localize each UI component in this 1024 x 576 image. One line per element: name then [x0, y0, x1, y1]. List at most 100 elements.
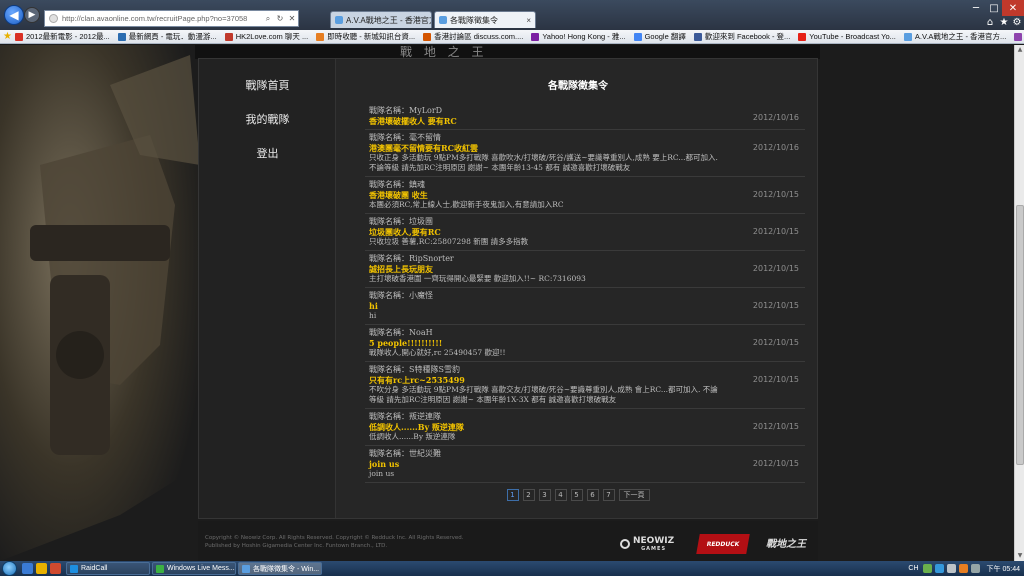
neowiz-emblem-icon	[620, 539, 630, 549]
recruit-slogan[interactable]: 只有有rc上rc~2535499	[369, 375, 805, 385]
recruit-slogan[interactable]: hi	[369, 301, 805, 311]
scroll-up-icon[interactable]: ▲	[1015, 45, 1024, 55]
recruit-slogan[interactable]: 誠招長上長玩朋友	[369, 264, 805, 274]
clan-name: 戰隊名稱：S特種隊S雪豹	[369, 365, 460, 374]
task-label: RaidCall	[81, 565, 108, 572]
favorite-link[interactable]: 2012最新電影 - 2012最...	[14, 31, 110, 42]
close-tab-icon[interactable]: ×	[526, 16, 531, 25]
favorite-link[interactable]: HK2Love.com 聊天 ...	[224, 31, 308, 42]
maximize-button[interactable]: □	[984, 0, 1004, 16]
page-link-1[interactable]: 1	[506, 489, 519, 501]
taskbar-task[interactable]: RaidCall	[66, 562, 150, 575]
ava-logo: 戰地之王	[766, 539, 806, 550]
back-button[interactable]: ◀	[4, 5, 24, 25]
close-window-button[interactable]: ✕	[1002, 0, 1024, 16]
tray-update-icon[interactable]	[970, 564, 980, 573]
favorite-label: 歡迎來到 Facebook - 登...	[704, 32, 791, 41]
recruit-description: 戰隊收人,開心就好,rc 25490457 歡迎!!	[369, 348, 506, 357]
recruit-slogan[interactable]: 垃圾團收人,要有RC	[369, 227, 805, 237]
next-page-button[interactable]: 下一頁	[618, 489, 650, 501]
tab-favicon	[335, 16, 343, 24]
clock[interactable]: 下午 05:44	[987, 564, 1020, 574]
home-icon[interactable]: ⌂	[984, 16, 996, 28]
tray-security-icon[interactable]	[958, 564, 968, 573]
favorite-link[interactable]: 《鐵男破壞咒印》	[1014, 31, 1024, 42]
favorite-link[interactable]: 最新網頁 - 電玩．動漫游...	[117, 31, 217, 42]
recruit-description: 本團必須RC,常上線人士,歡迎新手夜鬼加入,有意請加入RC	[369, 200, 564, 209]
gear-icon[interactable]: ⚙	[1011, 16, 1023, 28]
address-bar[interactable]: http://clan.avaonline.com.tw/recruitPage…	[44, 10, 299, 27]
start-button[interactable]	[2, 561, 17, 576]
page-link-5[interactable]: 5	[570, 489, 583, 501]
recruit-row[interactable]: 戰隊名稱：鎮魂 香港壞破團 收生 本團必須RC,常上線人士,歡迎新手夜鬼加入,有意請…	[365, 177, 805, 214]
neowiz-logo-sub: GAMES	[641, 546, 667, 552]
favorite-favicon-icon	[224, 32, 233, 41]
tab-title: 各戰隊徵集令	[450, 15, 498, 25]
clan-name: 戰隊名稱：叛逆連隊	[369, 412, 441, 421]
page-viewport: 戰 地 之 王 戰隊首頁 我的戰隊 登出 各戰隊徵集令 戰隊名稱：MyLorD 香…	[0, 45, 1014, 561]
favorite-label: A.V.A戰地之王 - 香港官方...	[914, 32, 1007, 41]
tray-volume-icon[interactable]	[946, 564, 956, 573]
browser-tab-recruit[interactable]: 各戰隊徵集令 ×	[434, 11, 536, 28]
recruit-slogan[interactable]: join us	[369, 459, 805, 469]
taskbar-task[interactable]: Windows Live Mess...	[152, 562, 236, 575]
recruit-slogan[interactable]: 香港壞破擺收人 要有RC	[369, 116, 805, 126]
minimize-button[interactable]: ─	[966, 0, 986, 16]
page-link-4[interactable]: 4	[554, 489, 567, 501]
recruit-row[interactable]: 戰隊名稱：叛逆連隊 低調收人......By 叛逆連隊 低調收人......By 叛…	[365, 409, 805, 446]
scroll-down-icon[interactable]: ▼	[1015, 551, 1024, 561]
task-label: Windows Live Mess...	[167, 565, 235, 572]
media-quicklaunch-icon[interactable]	[50, 563, 61, 574]
forward-button[interactable]: ▶	[24, 7, 40, 23]
favorite-link[interactable]: YouTube - Broadcast Yo...	[798, 32, 896, 41]
recruit-slogan[interactable]: 5 people!!!!!!!!!!	[369, 338, 805, 348]
sidebar-item-my-clan[interactable]: 我的戰隊	[199, 111, 336, 127]
recruit-row[interactable]: 戰隊名稱：MyLorD 香港壞破擺收人 要有RC 2012/10/16	[365, 103, 805, 130]
tray-app-icon[interactable]	[922, 564, 932, 573]
favorite-link[interactable]: 歡迎來到 Facebook - 登...	[693, 31, 791, 42]
recruit-row[interactable]: 戰隊名稱：垃圾團 垃圾團收人,要有RC 只收垃圾 善薯,RC:25807298 新團…	[365, 214, 805, 251]
favorites-icon[interactable]: ★	[998, 16, 1010, 28]
recruit-slogan[interactable]: 港澳團毫不留情要有RC收紅雲	[369, 143, 805, 153]
recruit-row[interactable]: 戰隊名稱：S特種隊S雪豹 只有有rc上rc~2535499 不吹分身 多活動玩 9點…	[365, 362, 805, 409]
recruit-slogan[interactable]: 香港壞破團 收生	[369, 190, 805, 200]
favorite-link[interactable]: Google 翻譯	[633, 31, 686, 42]
page-link-3[interactable]: 3	[538, 489, 551, 501]
recruit-row[interactable]: 戰隊名稱：NoaH 5 people!!!!!!!!!! 戰隊收人,開心就好,rc …	[365, 325, 805, 362]
scroll-thumb[interactable]	[1016, 205, 1024, 465]
recruit-row[interactable]: 戰隊名稱：小魔怪 hi hi 2012/10/15	[365, 288, 805, 325]
favorite-link[interactable]: 即時收聽 - 新城知訊台資...	[316, 31, 415, 42]
sidebar-item-logout[interactable]: 登出	[199, 145, 336, 161]
clan-name: 戰隊名稱：MyLorD	[369, 106, 443, 115]
ie-quicklaunch-icon[interactable]	[22, 563, 33, 574]
recruit-slogan[interactable]: 低調收人......By 叛逆連隊	[369, 422, 805, 432]
stop-icon[interactable]: ✕	[286, 14, 298, 23]
favorite-link[interactable]: A.V.A戰地之王 - 香港官方...	[903, 31, 1007, 42]
refresh-icon[interactable]: ↻	[274, 14, 286, 23]
page-link-2[interactable]: 2	[522, 489, 535, 501]
favorite-link[interactable]: Yahoo! Hong Kong - 雅...	[531, 31, 626, 42]
favorites-star-icon[interactable]: ★	[3, 31, 12, 43]
favorite-link[interactable]: 香港討論區 discuss.com....	[423, 31, 523, 42]
neowiz-logo: NEOWIZ GAMES	[620, 536, 674, 552]
sidebar-item-home[interactable]: 戰隊首頁	[199, 77, 336, 93]
explorer-quicklaunch-icon[interactable]	[36, 563, 47, 574]
clan-name: 戰隊名稱：小魔怪	[369, 291, 433, 300]
search-icon[interactable]: ⌕	[262, 14, 274, 24]
favorites-list: 2012最新電影 - 2012最... 最新網頁 - 電玩．動漫游... HK2Lo…	[14, 31, 1024, 42]
recruit-date: 2012/10/15	[752, 190, 799, 199]
language-indicator[interactable]: CH	[908, 565, 918, 572]
tray-network-icon[interactable]	[934, 564, 944, 573]
recruit-date: 2012/10/15	[752, 375, 799, 384]
clan-name: 戰隊名稱：垃圾團	[369, 217, 433, 226]
taskbar-task[interactable]: 各戰隊徵集令 - Win...	[238, 562, 322, 575]
recruit-row[interactable]: 戰隊名稱：RipSnorter 誠招長上長玩朋友 主打壞破香港圍 一齊玩得開心最緊要…	[365, 251, 805, 288]
page-link-7[interactable]: 7	[602, 489, 615, 501]
browser-tab-ava[interactable]: A.V.A戰地之王 - 香港官方網站	[330, 11, 432, 28]
address-url[interactable]: http://clan.avaonline.com.tw/recruitPage…	[62, 14, 262, 23]
recruit-row[interactable]: 戰隊名稱：世紀災難 join us join us 2012/10/15	[365, 446, 805, 483]
favorite-label: 2012最新電影 - 2012最...	[25, 32, 110, 41]
page-link-6[interactable]: 6	[586, 489, 599, 501]
page-scrollbar[interactable]: ▲ ▼	[1014, 45, 1024, 561]
recruit-row[interactable]: 戰隊名稱：毫不留情 港澳團毫不留情要有RC收紅雲 只收正身 多活動玩 9點PM多打戰…	[365, 130, 805, 177]
